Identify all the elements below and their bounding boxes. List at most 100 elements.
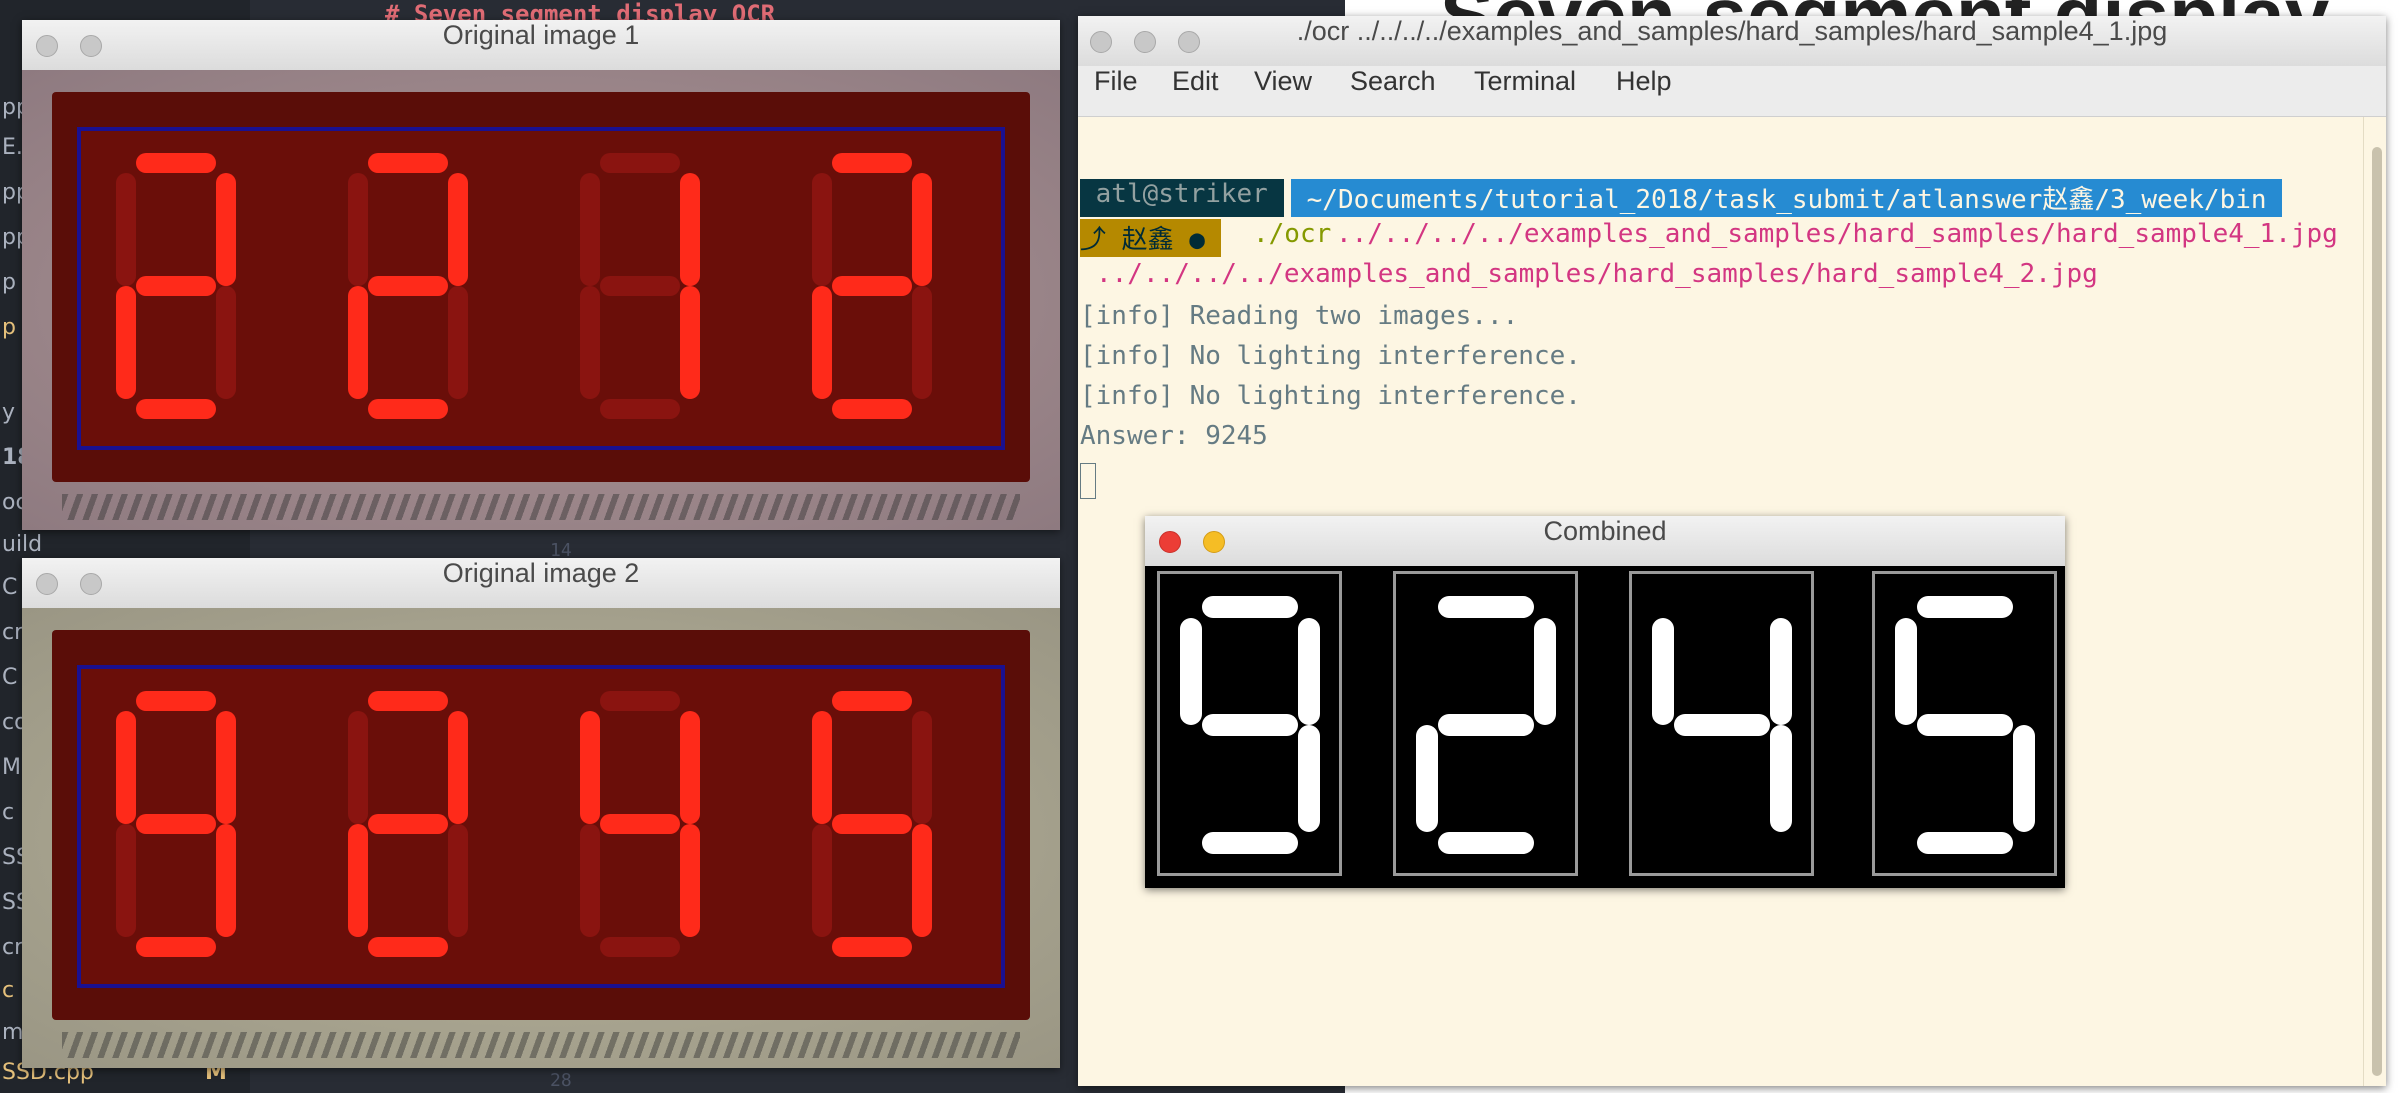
label-text-blur [62, 1032, 1020, 1058]
window-titlebar[interactable]: Combined [1145, 516, 2065, 567]
segment-g-on [136, 814, 216, 834]
segment-g-on [136, 276, 216, 296]
segment-d-off [600, 399, 680, 419]
command-argument: ../../../../examples_and_samples/hard_sa… [1096, 259, 2098, 289]
file-tree-item[interactable]: c [2, 978, 14, 1003]
segment-d-on [832, 937, 912, 957]
segment-d-on [136, 937, 216, 957]
digit-box-3 [1629, 571, 1814, 876]
segment-e-on [1416, 725, 1438, 832]
segment-d-off [600, 937, 680, 957]
file-tree-item[interactable]: E. [2, 135, 23, 160]
segment-a-on [368, 153, 448, 173]
segment-c-on [680, 286, 700, 399]
segment-e-off [580, 824, 600, 937]
menu-help[interactable]: Help [1616, 66, 1672, 97]
digit-box-1 [1157, 571, 1342, 876]
segment-c-on [216, 824, 236, 937]
segment-d-on [1202, 832, 1298, 854]
segment-d-on [832, 399, 912, 419]
scrollbar-thumb[interactable] [2372, 147, 2382, 1076]
prompt-path: ~/Documents/tutorial_2018/task_submit/at… [1291, 179, 2283, 217]
segment-b-on [1770, 618, 1792, 725]
window-title: Combined [1543, 516, 1667, 546]
segment-e-off [1652, 725, 1674, 832]
segment-f-on [812, 711, 832, 824]
segment-g-on [1674, 714, 1770, 736]
file-tree-item[interactable]: c [2, 800, 14, 825]
segment-a-on [832, 691, 912, 711]
segment-e-off [1180, 725, 1202, 832]
binarized-digits-canvas [1145, 566, 2065, 888]
segment-e-on [348, 824, 368, 937]
combined-window[interactable]: Combined [1145, 516, 2065, 888]
output-line: [info] Reading two images... [1080, 301, 1519, 331]
segment-b-off [2013, 618, 2035, 725]
file-tree-item[interactable]: M [2, 755, 21, 780]
original-image-2-window[interactable]: Original image 2 [22, 558, 1060, 1068]
segment-g-on [368, 276, 448, 296]
segment-e-on [348, 286, 368, 399]
segment-b-on [680, 711, 700, 824]
segment-d-on [136, 399, 216, 419]
menu-file[interactable]: File [1094, 66, 1138, 97]
segment-c-on [1298, 725, 1320, 832]
file-tree-item[interactable]: uild [2, 532, 42, 557]
digit-box-4 [1872, 571, 2057, 876]
segment-g-on [368, 814, 448, 834]
segment-c-off [912, 286, 932, 399]
window-titlebar[interactable]: Original image 1 [22, 20, 1060, 71]
menu-terminal[interactable]: Terminal [1474, 66, 1576, 97]
output-line: [info] No lighting interference. [1080, 341, 1581, 371]
menu-edit[interactable]: Edit [1172, 66, 1219, 97]
segment-c-off [448, 824, 468, 937]
file-tree-item[interactable]: p [2, 315, 16, 340]
segment-f-on [1895, 618, 1917, 725]
window-titlebar[interactable]: ./ocr ../../../../examples_and_samples/h… [1078, 16, 2386, 67]
segment-b-on [912, 173, 932, 286]
segment-f-on [1180, 618, 1202, 725]
segment-d-off [1674, 832, 1770, 854]
segment-a-on [1917, 596, 2013, 618]
segment-g-on [832, 814, 912, 834]
scrollbar[interactable] [2363, 117, 2386, 1086]
prompt-git-branch: ⤴ 赵鑫 ● [1080, 219, 1221, 257]
segment-d-on [368, 399, 448, 419]
segment-b-on [216, 173, 236, 286]
segment-g-on [1917, 714, 2013, 736]
menu-view[interactable]: View [1254, 66, 1312, 97]
window-titlebar[interactable]: Original image 2 [22, 558, 1060, 609]
file-tree-item[interactable]: C [2, 665, 17, 690]
segment-b-on [448, 711, 468, 824]
command-name: ./ocr [1253, 219, 1332, 249]
segment-f-off [348, 711, 368, 824]
output-line: [info] No lighting interference. [1080, 381, 1581, 411]
seven-segment-digits [116, 153, 932, 419]
segment-g-on [600, 814, 680, 834]
seven-segment-digits [116, 691, 932, 957]
segment-b-on [448, 173, 468, 286]
original-image-1-window[interactable]: Original image 1 [22, 20, 1060, 530]
seven-segment-photo [22, 70, 1060, 530]
segment-c-on [1770, 725, 1792, 832]
menu-search[interactable]: Search [1350, 66, 1436, 97]
segment-f-off [116, 173, 136, 286]
file-tree-item[interactable]: p [2, 270, 16, 295]
prompt-user: atl@striker [1080, 179, 1284, 217]
segment-a-off [600, 691, 680, 711]
segment-g-on [1202, 714, 1298, 736]
file-tree-item[interactable]: cr [2, 620, 23, 645]
menu-bar: File Edit View Search Terminal Help [1078, 66, 2386, 117]
segment-f-off [812, 173, 832, 286]
window-title: Original image 1 [442, 20, 640, 50]
file-tree-item[interactable]: C [2, 575, 17, 600]
segment-d-on [1917, 832, 2013, 854]
segment-d-on [368, 937, 448, 957]
segment-e-off [812, 824, 832, 937]
segment-f-on [1652, 618, 1674, 725]
segment-a-off [1674, 596, 1770, 618]
segment-a-on [1438, 596, 1534, 618]
segment-a-on [368, 691, 448, 711]
file-tree-item[interactable]: m [2, 1020, 23, 1045]
answer-line: Answer: 9245 [1080, 421, 1268, 451]
